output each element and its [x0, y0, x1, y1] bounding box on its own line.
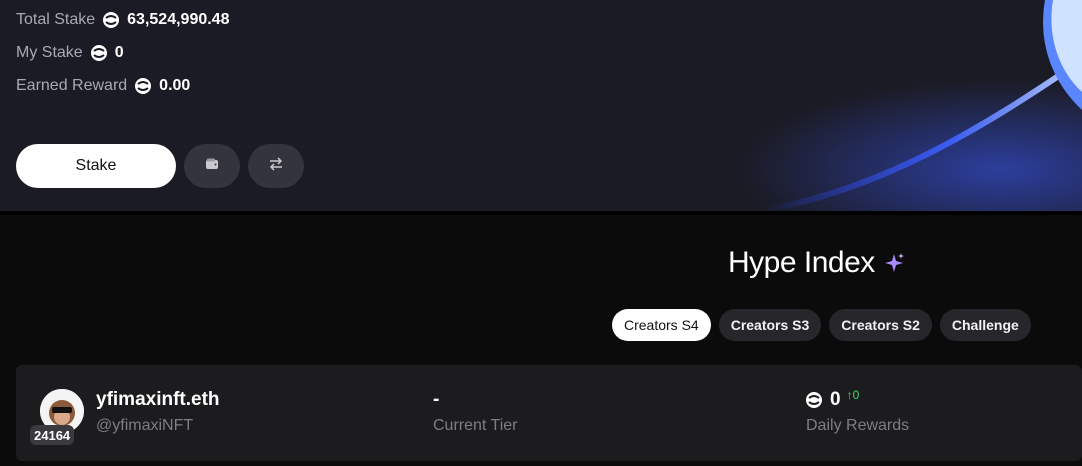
swap-button[interactable] — [248, 144, 304, 188]
total-stake-label: Total Stake — [16, 11, 96, 28]
creator-handle[interactable]: @yfimaxiNFT — [96, 417, 193, 435]
page-title: Hype Index — [728, 246, 875, 279]
wallet-button[interactable] — [184, 144, 240, 188]
total-stake-row: Total Stake 63,524,990.48 — [16, 9, 229, 31]
my-stake-value: 0 — [114, 44, 124, 61]
section-divider — [0, 211, 1082, 215]
earned-reward-label: Earned Reward — [16, 77, 128, 94]
leaderboard-row[interactable]: 24164 yfimaxinft.eth @yfimaxiNFT - Curre… — [16, 365, 1082, 461]
sparkle-icon — [883, 252, 905, 274]
total-stake-value: 63,524,990.48 — [127, 11, 230, 28]
staking-panel: Total Stake 63,524,990.48 My Stake 0 Ear… — [0, 0, 1082, 211]
daily-rewards-value: 0 — [830, 389, 841, 410]
swap-arrows-icon — [268, 156, 284, 176]
token-icon — [90, 45, 107, 61]
current-tier-value: - — [433, 389, 440, 410]
creator-name[interactable]: yfimaxinft.eth — [96, 389, 220, 411]
earned-reward-row: Earned Reward 0.00 — [16, 75, 190, 97]
my-stake-row: My Stake 0 — [16, 42, 124, 64]
tab-creators-s4[interactable]: Creators S4 — [612, 309, 711, 341]
tab-creators-s2[interactable]: Creators S2 — [829, 309, 932, 341]
my-stake-label: My Stake — [16, 44, 83, 61]
token-icon — [806, 392, 822, 408]
token-icon — [103, 12, 120, 28]
daily-rewards-delta: ↑0 — [846, 388, 860, 402]
daily-rewards-label: Daily Rewards — [806, 417, 910, 434]
season-tabs: Creators S4 Creators S3 Creators S2 Chal… — [612, 309, 1039, 341]
stake-button[interactable]: Stake — [16, 144, 176, 188]
earned-reward-value: 0.00 — [159, 77, 191, 94]
current-tier-label: Current Tier — [433, 417, 518, 434]
token-icon — [135, 78, 152, 94]
hype-index-header: Hype Index — [728, 246, 905, 280]
wallet-icon — [205, 157, 219, 175]
rank-badge: 24164 — [30, 425, 75, 445]
daily-rewards-value-group: 0 ↑0 — [806, 388, 860, 411]
tab-challenge[interactable]: Challenge — [939, 309, 1031, 341]
tab-creators-s3[interactable]: Creators S3 — [718, 309, 822, 341]
